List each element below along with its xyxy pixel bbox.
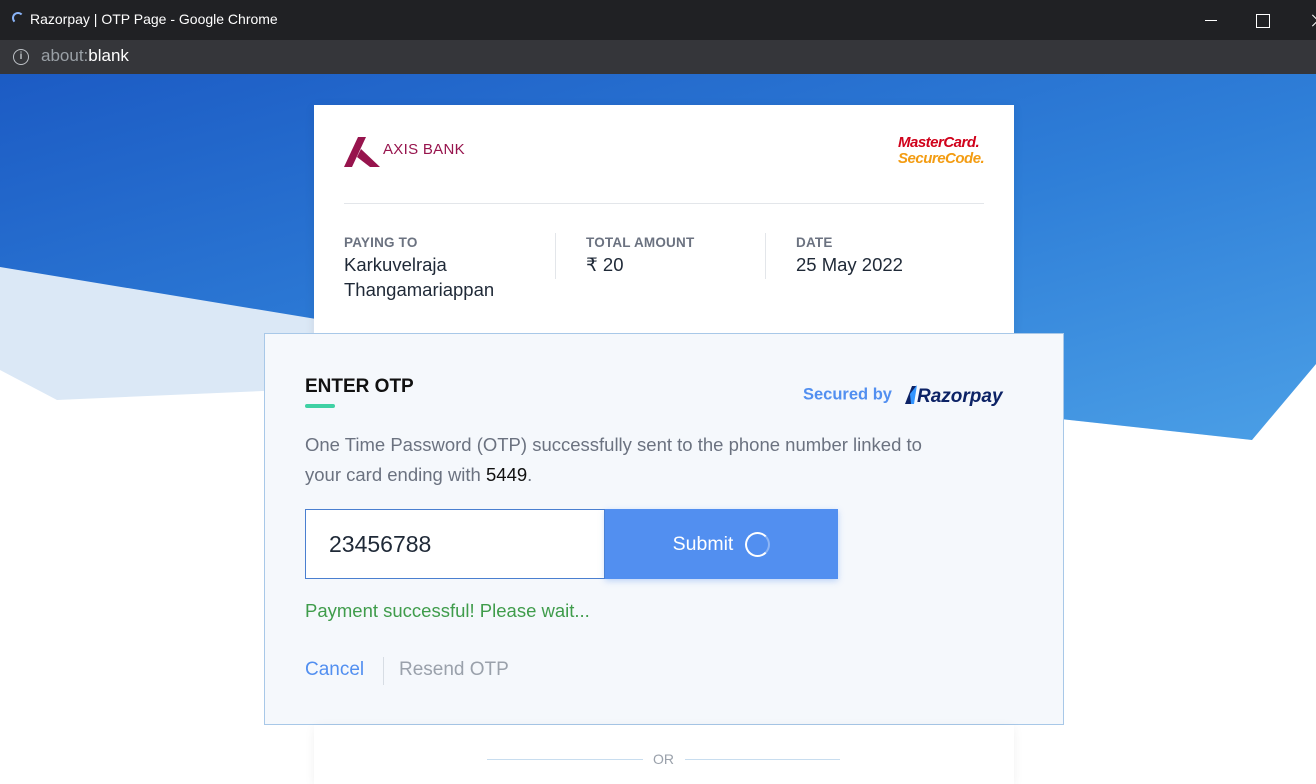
status-message: Payment successful! Please wait... [305,600,590,621]
maximize-icon[interactable] [1249,6,1277,34]
paying-to-label: PAYING TO [344,235,418,250]
paying-to-value-line2: Thangamariappan [344,279,495,300]
razorpay-logo-icon: Razorpay [905,385,1004,407]
page-content: AXIS BANK MasterCard. SecureCode. PAYING… [0,74,1316,784]
total-amount-block: TOTAL AMOUNT ₹ 20 [586,235,756,277]
total-amount-label: TOTAL AMOUNT [586,235,695,250]
url-text[interactable]: about:blank [41,46,129,66]
or-divider-right [685,759,840,760]
column-separator [765,233,766,279]
submit-button[interactable]: Submit [605,509,838,579]
otp-description-line1: One Time Password (OTP) successfully sen… [305,434,922,455]
paying-to-value-line1: Karkuvelraja [344,254,447,275]
or-text: OR [653,751,674,767]
resend-otp-link[interactable]: Resend OTP [399,659,509,681]
secured-by-badge: Secured by Razorpay [803,383,1009,407]
heading-underline [305,404,335,408]
bank-name: AXIS BANK [383,141,465,158]
url-host: blank [88,46,129,65]
loading-spinner-icon [12,12,24,24]
link-divider [383,657,384,685]
securecode-logo-text: SecureCode. [898,150,985,167]
alternate-options-card: OR [314,725,1014,784]
cancel-link[interactable]: Cancel [305,659,364,681]
spinner-icon [745,531,771,557]
mastercard-logo-text: MasterCard. [898,134,980,151]
otp-description: One Time Password (OTP) successfully sen… [305,430,1025,490]
otp-description-line2: your card ending with 5449. [305,460,1025,490]
close-icon[interactable] [1302,6,1316,34]
address-bar[interactable]: i about:blank [0,40,1316,74]
submit-button-label: Submit [672,532,734,555]
date-value: 25 May 2022 [796,254,903,275]
total-amount-value: ₹ 20 [586,254,624,275]
url-scheme: about: [41,46,89,65]
column-separator [555,233,556,279]
otp-panel: ENTER OTP Secured by Razorpay One Time P… [264,333,1064,725]
mastercard-securecode-logo: MasterCard. SecureCode. [898,135,988,167]
otp-description-prefix: your card ending with [305,464,486,485]
window-title: Razorpay | OTP Page - Google Chrome [30,11,278,27]
minimize-icon[interactable] [1197,6,1225,34]
razorpay-logo-text: Razorpay [917,386,1004,407]
card-divider [344,203,984,204]
otp-heading: ENTER OTP [305,376,414,397]
browser-titlebar: Razorpay | OTP Page - Google Chrome [0,0,1316,40]
otp-input[interactable] [305,509,605,579]
payment-details-card: AXIS BANK MasterCard. SecureCode. PAYING… [314,105,1014,345]
date-block: DATE 25 May 2022 [796,235,986,277]
info-icon[interactable]: i [13,49,29,65]
date-label: DATE [796,235,833,250]
axis-bank-logo-icon [344,137,380,167]
paying-to-block: PAYING TO Karkuvelraja Thangamariappan [344,235,554,302]
card-last4: 5449 [486,464,528,485]
secured-by-text: Secured by [803,385,892,404]
otp-description-suffix: . [527,464,533,485]
or-divider-left [487,759,643,760]
